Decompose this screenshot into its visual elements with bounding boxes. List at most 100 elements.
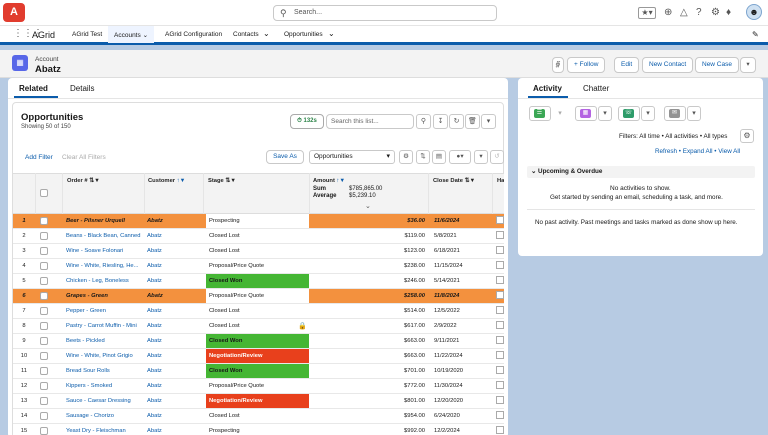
sort-asc-icon[interactable]: ↑▼: [177, 178, 186, 184]
download-icon[interactable]: ↧: [433, 114, 448, 129]
close-date-cell[interactable]: 6/18/2021: [431, 248, 493, 254]
setup-gear-icon[interactable]: ⚙: [711, 7, 720, 18]
product-link[interactable]: Beer - Pilsner Urquell: [66, 218, 144, 224]
column-header-close-date[interactable]: Close Date ⇅▼: [433, 178, 475, 184]
table-row[interactable]: 1 Beer - Pilsner Urquell Abatz Prospecting $…: [13, 214, 504, 229]
notification-bell-icon[interactable]: ♦: [726, 7, 731, 18]
more-icon[interactable]: ▾: [474, 150, 488, 164]
amount-cell[interactable]: $954.00: [312, 413, 428, 419]
extra-checkbox[interactable]: [496, 381, 504, 389]
extra-checkbox[interactable]: [496, 231, 504, 239]
table-row[interactable]: 2 Beans - Black Bean, Canned Abatz Closed L…: [13, 229, 504, 244]
product-link[interactable]: Beans - Black Bean, Canned: [66, 233, 144, 239]
chart-dropdown-icon[interactable]: ●▾: [449, 150, 471, 164]
stage-cell[interactable]: Closed Lost: [206, 304, 309, 318]
chevron-down-icon[interactable]: ⌄: [143, 32, 148, 39]
row-checkbox[interactable]: [40, 367, 48, 375]
stage-cell[interactable]: Proposal/Price Quote: [206, 259, 309, 273]
stage-cell[interactable]: Closed Lost: [206, 409, 309, 423]
extra-checkbox[interactable]: [496, 321, 504, 329]
product-link[interactable]: Kippers - Smoked: [66, 383, 144, 389]
stage-cell[interactable]: Prospecting: [206, 424, 309, 435]
close-date-cell[interactable]: 12/20/2020: [431, 398, 493, 404]
close-date-cell[interactable]: 11/15/2024: [431, 263, 493, 269]
product-link[interactable]: Grapes - Green: [66, 293, 144, 299]
nav-tab-contacts[interactable]: Contacts: [233, 31, 259, 38]
extra-checkbox[interactable]: [496, 336, 504, 344]
amount-cell[interactable]: $772.00: [312, 383, 428, 389]
row-checkbox[interactable]: [40, 292, 48, 300]
extra-checkbox[interactable]: [496, 276, 504, 284]
column-header-stage[interactable]: Stage ⇅▼: [208, 178, 236, 184]
close-date-cell[interactable]: 11/22/2024: [431, 353, 493, 359]
amount-cell[interactable]: $119.00: [312, 233, 428, 239]
amount-cell[interactable]: $258.00: [312, 293, 428, 299]
table-row[interactable]: 3 Wine - Soave Folonari Abatz Closed Lost $1…: [13, 244, 504, 259]
activity-links[interactable]: Refresh • Expand All • View All: [655, 148, 740, 155]
extra-checkbox[interactable]: [496, 216, 504, 224]
tab-related[interactable]: Related: [19, 84, 48, 93]
row-checkbox[interactable]: [40, 412, 48, 420]
amount-cell[interactable]: $663.00: [312, 338, 428, 344]
new-task-button[interactable]: ☰: [529, 106, 551, 121]
row-checkbox[interactable]: [40, 337, 48, 345]
search-icon[interactable]: ⚲: [416, 114, 431, 129]
trailhead-icon[interactable]: △: [680, 7, 688, 18]
row-checkbox[interactable]: [40, 352, 48, 360]
help-icon[interactable]: ?: [696, 7, 702, 18]
table-row[interactable]: 15 Yeast Dry - Fleischman Abatz Prospecting…: [13, 424, 504, 435]
product-link[interactable]: Pastry - Carrot Muffin - Mini: [66, 323, 144, 329]
table-row[interactable]: 11 Bread Sour Rolls Abatz Closed Won $701.00…: [13, 364, 504, 379]
close-date-cell[interactable]: 11/30/2024: [431, 383, 493, 389]
amount-cell[interactable]: $663.00: [312, 353, 428, 359]
sort-icon[interactable]: ⇅: [416, 150, 430, 164]
amount-cell[interactable]: $992.00: [312, 428, 428, 434]
column-header-order[interactable]: Order # ⇅▼: [67, 178, 100, 184]
stage-cell[interactable]: Closed Won: [206, 364, 309, 378]
send-email-button[interactable]: ✉: [664, 106, 686, 121]
stage-cell[interactable]: Closed Lost: [206, 244, 309, 258]
sort-filter-icon[interactable]: ⇅▼: [89, 178, 100, 184]
product-link[interactable]: Sausage - Chorizo: [66, 413, 144, 419]
extra-checkbox[interactable]: [496, 396, 504, 404]
product-link[interactable]: Wine - Soave Folonari: [66, 248, 144, 254]
close-date-cell[interactable]: 9/11/2021: [431, 338, 493, 344]
extra-checkbox[interactable]: [496, 411, 504, 419]
close-date-cell[interactable]: 11/8/2024: [431, 293, 493, 299]
add-filter-link[interactable]: Add Filter: [25, 154, 53, 161]
refresh-icon[interactable]: ↻: [449, 114, 464, 129]
delete-icon[interactable]: 🗑: [465, 114, 480, 129]
row-checkbox[interactable]: [40, 307, 48, 315]
nav-tab-accounts[interactable]: Accounts ⌄: [108, 26, 155, 45]
extra-checkbox[interactable]: [496, 426, 504, 434]
close-date-cell[interactable]: 6/24/2020: [431, 413, 493, 419]
customer-link[interactable]: Abatz: [147, 398, 203, 404]
product-link[interactable]: Wine - White, Pinot Grigio: [66, 353, 144, 359]
follow-button[interactable]: + Follow: [567, 57, 606, 73]
row-checkbox[interactable]: [40, 277, 48, 285]
customer-link[interactable]: Abatz: [147, 338, 203, 344]
chevron-down-icon[interactable]: ⌄: [328, 29, 335, 38]
log-call-button[interactable]: ☏: [618, 106, 640, 121]
chevron-down-icon[interactable]: ▾: [687, 106, 701, 121]
favorites-icon[interactable]: ★▾: [638, 7, 656, 19]
row-checkbox[interactable]: [40, 322, 48, 330]
chevron-down-icon[interactable]: ▾: [598, 106, 612, 121]
stage-cell[interactable]: Proposal/Price Quote: [206, 289, 309, 303]
column-header-extra[interactable]: Ha: [497, 178, 504, 184]
row-checkbox[interactable]: [40, 427, 48, 435]
stage-cell[interactable]: Closed Lost: [206, 319, 309, 333]
amount-cell[interactable]: $246.00: [312, 278, 428, 284]
undo-icon[interactable]: ↺: [490, 150, 504, 164]
product-link[interactable]: Wine - White, Riesling, He...: [66, 263, 144, 269]
list-search-input[interactable]: Search this list...: [326, 114, 414, 129]
chevron-down-icon[interactable]: ⌄: [263, 29, 270, 38]
new-contact-button[interactable]: New Contact: [642, 57, 694, 73]
add-icon[interactable]: ⊕: [664, 7, 672, 18]
table-row[interactable]: 4 Wine - White, Riesling, He... Abatz Propo…: [13, 259, 504, 274]
new-event-button[interactable]: ▦: [575, 106, 597, 121]
new-case-button[interactable]: New Case: [695, 57, 739, 73]
table-row[interactable]: 6 Grapes - Green Abatz Proposal/Price Quote…: [13, 289, 504, 304]
row-checkbox[interactable]: [40, 397, 48, 405]
extra-checkbox[interactable]: [496, 306, 504, 314]
